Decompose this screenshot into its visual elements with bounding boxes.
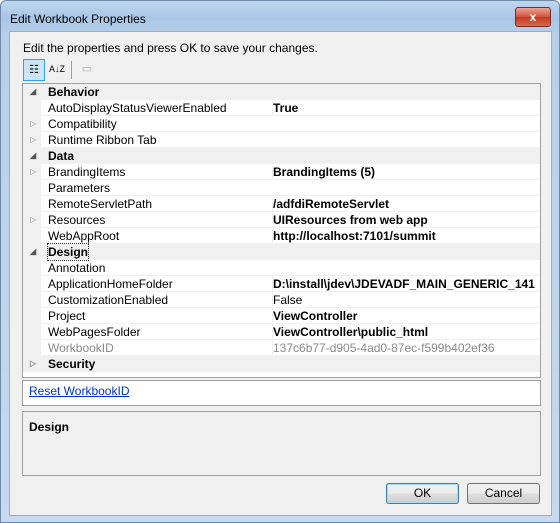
expand-triangle-icon[interactable]: ▷ <box>30 164 36 180</box>
reset-workbookid-link[interactable]: Reset WorkbookID <box>29 384 129 398</box>
property-name: WebPagesFolder <box>48 325 141 339</box>
property-value[interactable]: UIResources from web app <box>272 212 540 228</box>
expand-triangle-icon[interactable]: ▷ <box>30 132 36 148</box>
property-name: WebAppRoot <box>48 229 120 243</box>
row-gutter <box>23 260 41 276</box>
description-pane: Design <box>22 411 541 476</box>
property-row[interactable]: ▷ BrandingItems BrandingItems (5) <box>23 164 540 180</box>
expand-triangle-icon[interactable]: ▷ <box>30 116 36 132</box>
property-name: CustomizationEnabled <box>48 293 169 307</box>
collapse-triangle-icon[interactable]: ◢ <box>30 244 36 260</box>
property-name: Parameters <box>48 181 111 195</box>
category-row[interactable]: ◢ Behavior <box>23 84 540 100</box>
property-name: Runtime Ribbon Tab <box>48 133 157 147</box>
property-name: Annotation <box>48 261 106 275</box>
row-gutter <box>23 324 41 340</box>
ok-button[interactable]: OK <box>386 483 459 504</box>
property-value[interactable]: False <box>272 292 540 308</box>
category-row[interactable]: ◢ Design <box>23 243 540 261</box>
row-gutter <box>23 308 41 324</box>
property-row[interactable]: Annotation <box>23 260 540 276</box>
property-row[interactable]: Parameters <box>23 180 540 196</box>
property-value[interactable]: ViewController <box>272 308 540 324</box>
property-value[interactable]: D:\install\jdev\JDEVADF_MAIN_GENERIC_141 <box>272 276 540 292</box>
category-row[interactable]: ◢ Data <box>23 148 540 164</box>
title-bar[interactable]: Edit Workbook Properties x <box>1 1 559 33</box>
property-value[interactable]: True <box>272 100 540 116</box>
property-row[interactable]: Project ViewController <box>23 308 540 324</box>
sort-az-icon: A↓Z <box>48 64 65 74</box>
dialog-client-area: Edit the properties and press OK to save… <box>9 31 552 516</box>
row-gutter <box>23 276 41 292</box>
property-row[interactable]: ▷ Compatibility <box>23 116 540 132</box>
property-row[interactable]: WorkbookID 137c6b77-d905-4ad0-87ec-f599b4… <box>23 340 540 356</box>
property-name: Resources <box>48 213 106 227</box>
property-value[interactable]: ViewController\public_html <box>272 324 540 340</box>
property-row[interactable]: ▷ Runtime Ribbon Tab <box>23 132 540 148</box>
property-value[interactable]: http://localhost:7101/summit <box>272 228 540 244</box>
cancel-button[interactable]: Cancel <box>467 483 540 504</box>
property-name: Compatibility <box>48 117 117 131</box>
property-pages-icon: ▭ <box>81 63 93 75</box>
property-row[interactable]: CustomizationEnabled False <box>23 292 540 308</box>
row-gutter <box>23 100 41 116</box>
alphabetical-sort-button[interactable]: A↓Z <box>46 59 68 81</box>
property-grid[interactable]: ◢ Behavior AutoDisplayStatusViewerEnabled T… <box>22 83 541 378</box>
category-name: Behavior <box>48 85 100 99</box>
toolbar-separator <box>71 61 72 79</box>
categorized-icon: ☷ <box>29 64 39 76</box>
expand-triangle-icon[interactable]: ▷ <box>30 356 36 372</box>
category-row[interactable]: ▷ Security <box>23 356 540 372</box>
row-gutter <box>23 196 41 212</box>
commands-pane: Reset WorkbookID <box>22 380 541 406</box>
property-name: WorkbookID <box>48 341 114 355</box>
property-name: RemoteServletPath <box>48 197 153 211</box>
property-value[interactable]: /adfdiRemoteServlet <box>272 196 540 212</box>
close-button[interactable]: x <box>515 7 551 27</box>
window-title: Edit Workbook Properties <box>10 12 146 26</box>
dialog-window: Edit Workbook Properties x Edit the prop… <box>0 0 560 523</box>
category-name: Security <box>48 357 96 371</box>
instruction-text: Edit the properties and press OK to save… <box>23 41 318 55</box>
row-gutter <box>23 180 41 196</box>
collapse-triangle-icon[interactable]: ◢ <box>30 84 36 100</box>
row-gutter <box>23 228 41 244</box>
property-row[interactable]: WebPagesFolder ViewController\public_html <box>23 324 540 340</box>
categorized-view-button[interactable]: ☷ <box>23 59 45 81</box>
property-name: BrandingItems <box>48 165 126 179</box>
category-name: Data <box>48 149 75 163</box>
category-name: Design <box>46 243 90 261</box>
property-row[interactable]: ▷ Resources UIResources from web app <box>23 212 540 228</box>
row-gutter <box>23 340 41 356</box>
property-row[interactable]: ApplicationHomeFolder D:\install\jdev\JDE… <box>23 276 540 292</box>
property-row[interactable]: WebAppRoot http://localhost:7101/summit <box>23 228 540 244</box>
property-name: ApplicationHomeFolder <box>48 277 173 291</box>
property-pages-button: ▭ <box>76 59 98 81</box>
property-row[interactable]: RemoteServletPath/adfdiRemoteServlet <box>23 196 540 212</box>
row-gutter <box>23 292 41 308</box>
property-row[interactable]: AutoDisplayStatusViewerEnabled True <box>23 100 540 116</box>
property-name: AutoDisplayStatusViewerEnabled <box>48 101 227 115</box>
property-value[interactable]: BrandingItems (5) <box>272 164 540 180</box>
expand-triangle-icon[interactable]: ▷ <box>30 212 36 228</box>
property-value[interactable]: 137c6b77-d905-4ad0-87ec-f599b402ef36 <box>272 340 540 356</box>
collapse-triangle-icon[interactable]: ◢ <box>30 148 36 164</box>
property-name: Project <box>48 309 86 323</box>
description-title: Design <box>29 420 70 434</box>
